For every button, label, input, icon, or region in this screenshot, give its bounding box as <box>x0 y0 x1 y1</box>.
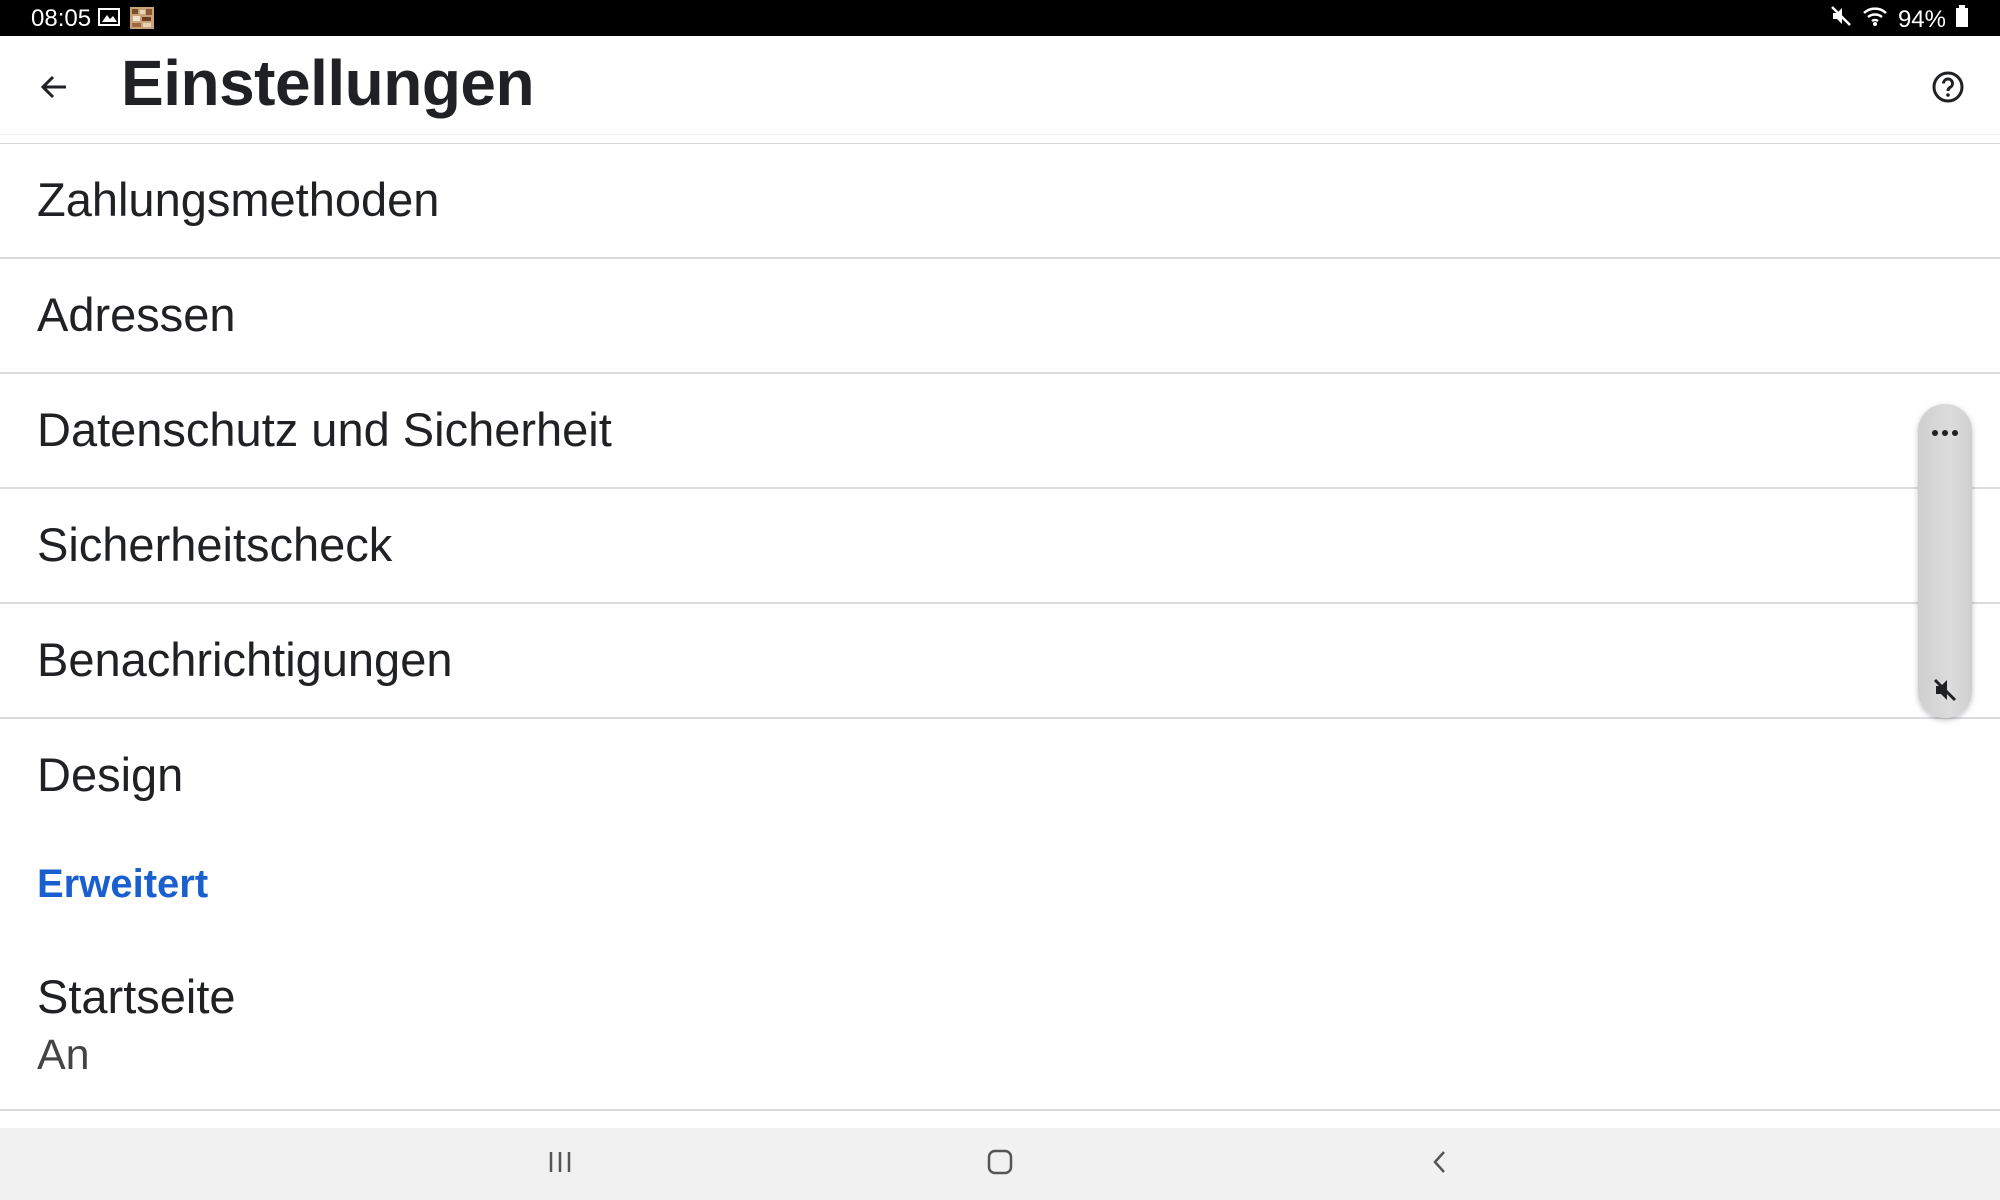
settings-item-design[interactable]: Design <box>0 719 2000 834</box>
back-button[interactable] <box>30 65 78 113</box>
section-header-erweitert: Erweitert <box>37 862 209 906</box>
app-thumbnail-icon <box>130 7 154 34</box>
help-circle-icon <box>1931 70 1965 109</box>
settings-item-title: Startseite <box>37 970 236 1023</box>
settings-item-label: Zahlungsmethoden <box>37 173 440 226</box>
floating-side-panel[interactable] <box>1918 404 1972 718</box>
wifi-icon <box>1862 5 1888 34</box>
settings-item-sicherheitscheck[interactable]: Sicherheitscheck <box>0 489 2000 604</box>
more-options-button[interactable] <box>1925 414 1965 454</box>
settings-item-label: Sicherheitscheck <box>37 518 393 571</box>
settings-item-datenschutz[interactable]: Datenschutz und Sicherheit <box>0 374 2000 489</box>
settings-item-label: Datenschutz und Sicherheit <box>37 403 612 456</box>
settings-list: Zahlungsmethoden Adressen Datenschutz un… <box>0 144 2000 834</box>
home-icon <box>986 1148 1014 1181</box>
volume-off-icon <box>1932 677 1958 708</box>
settings-item-label: Benachrichtigungen <box>37 633 453 686</box>
volume-toggle-button[interactable] <box>1927 674 1963 710</box>
recents-icon <box>547 1150 573 1179</box>
home-button[interactable] <box>970 1140 1030 1188</box>
help-button[interactable] <box>1924 65 1972 113</box>
app-toolbar: Einstellungen <box>0 36 2000 134</box>
settings-item-zahlungsmethoden[interactable]: Zahlungsmethoden <box>0 144 2000 259</box>
notification-icons <box>98 7 154 34</box>
battery-icon <box>1956 5 1968 34</box>
battery-percent: 94% <box>1897 5 1946 33</box>
recents-button[interactable] <box>530 1140 590 1188</box>
toolbar-divider <box>0 134 2000 144</box>
settings-item-label: Adressen <box>37 288 236 341</box>
settings-item-label: Design <box>37 748 184 801</box>
status-bar: 08:05 94% <box>0 0 2000 36</box>
settings-item-adressen[interactable]: Adressen <box>0 259 2000 374</box>
settings-item-summary: An <box>37 1031 90 1079</box>
settings-item-startseite[interactable]: Startseite An <box>0 955 2000 1111</box>
status-time: 08:05 <box>31 5 92 32</box>
more-horizontal-icon <box>1930 425 1960 443</box>
page-title: Einstellungen <box>121 47 535 119</box>
nav-back-button[interactable] <box>1410 1140 1470 1188</box>
mute-icon <box>1830 5 1852 34</box>
status-right: 94% <box>1830 5 1968 34</box>
system-nav-bar <box>0 1128 2000 1200</box>
settings-item-benachrichtigungen[interactable]: Benachrichtigungen <box>0 604 2000 719</box>
arrow-back-icon <box>39 72 69 107</box>
back-icon <box>1430 1148 1450 1181</box>
gallery-icon <box>98 7 120 34</box>
